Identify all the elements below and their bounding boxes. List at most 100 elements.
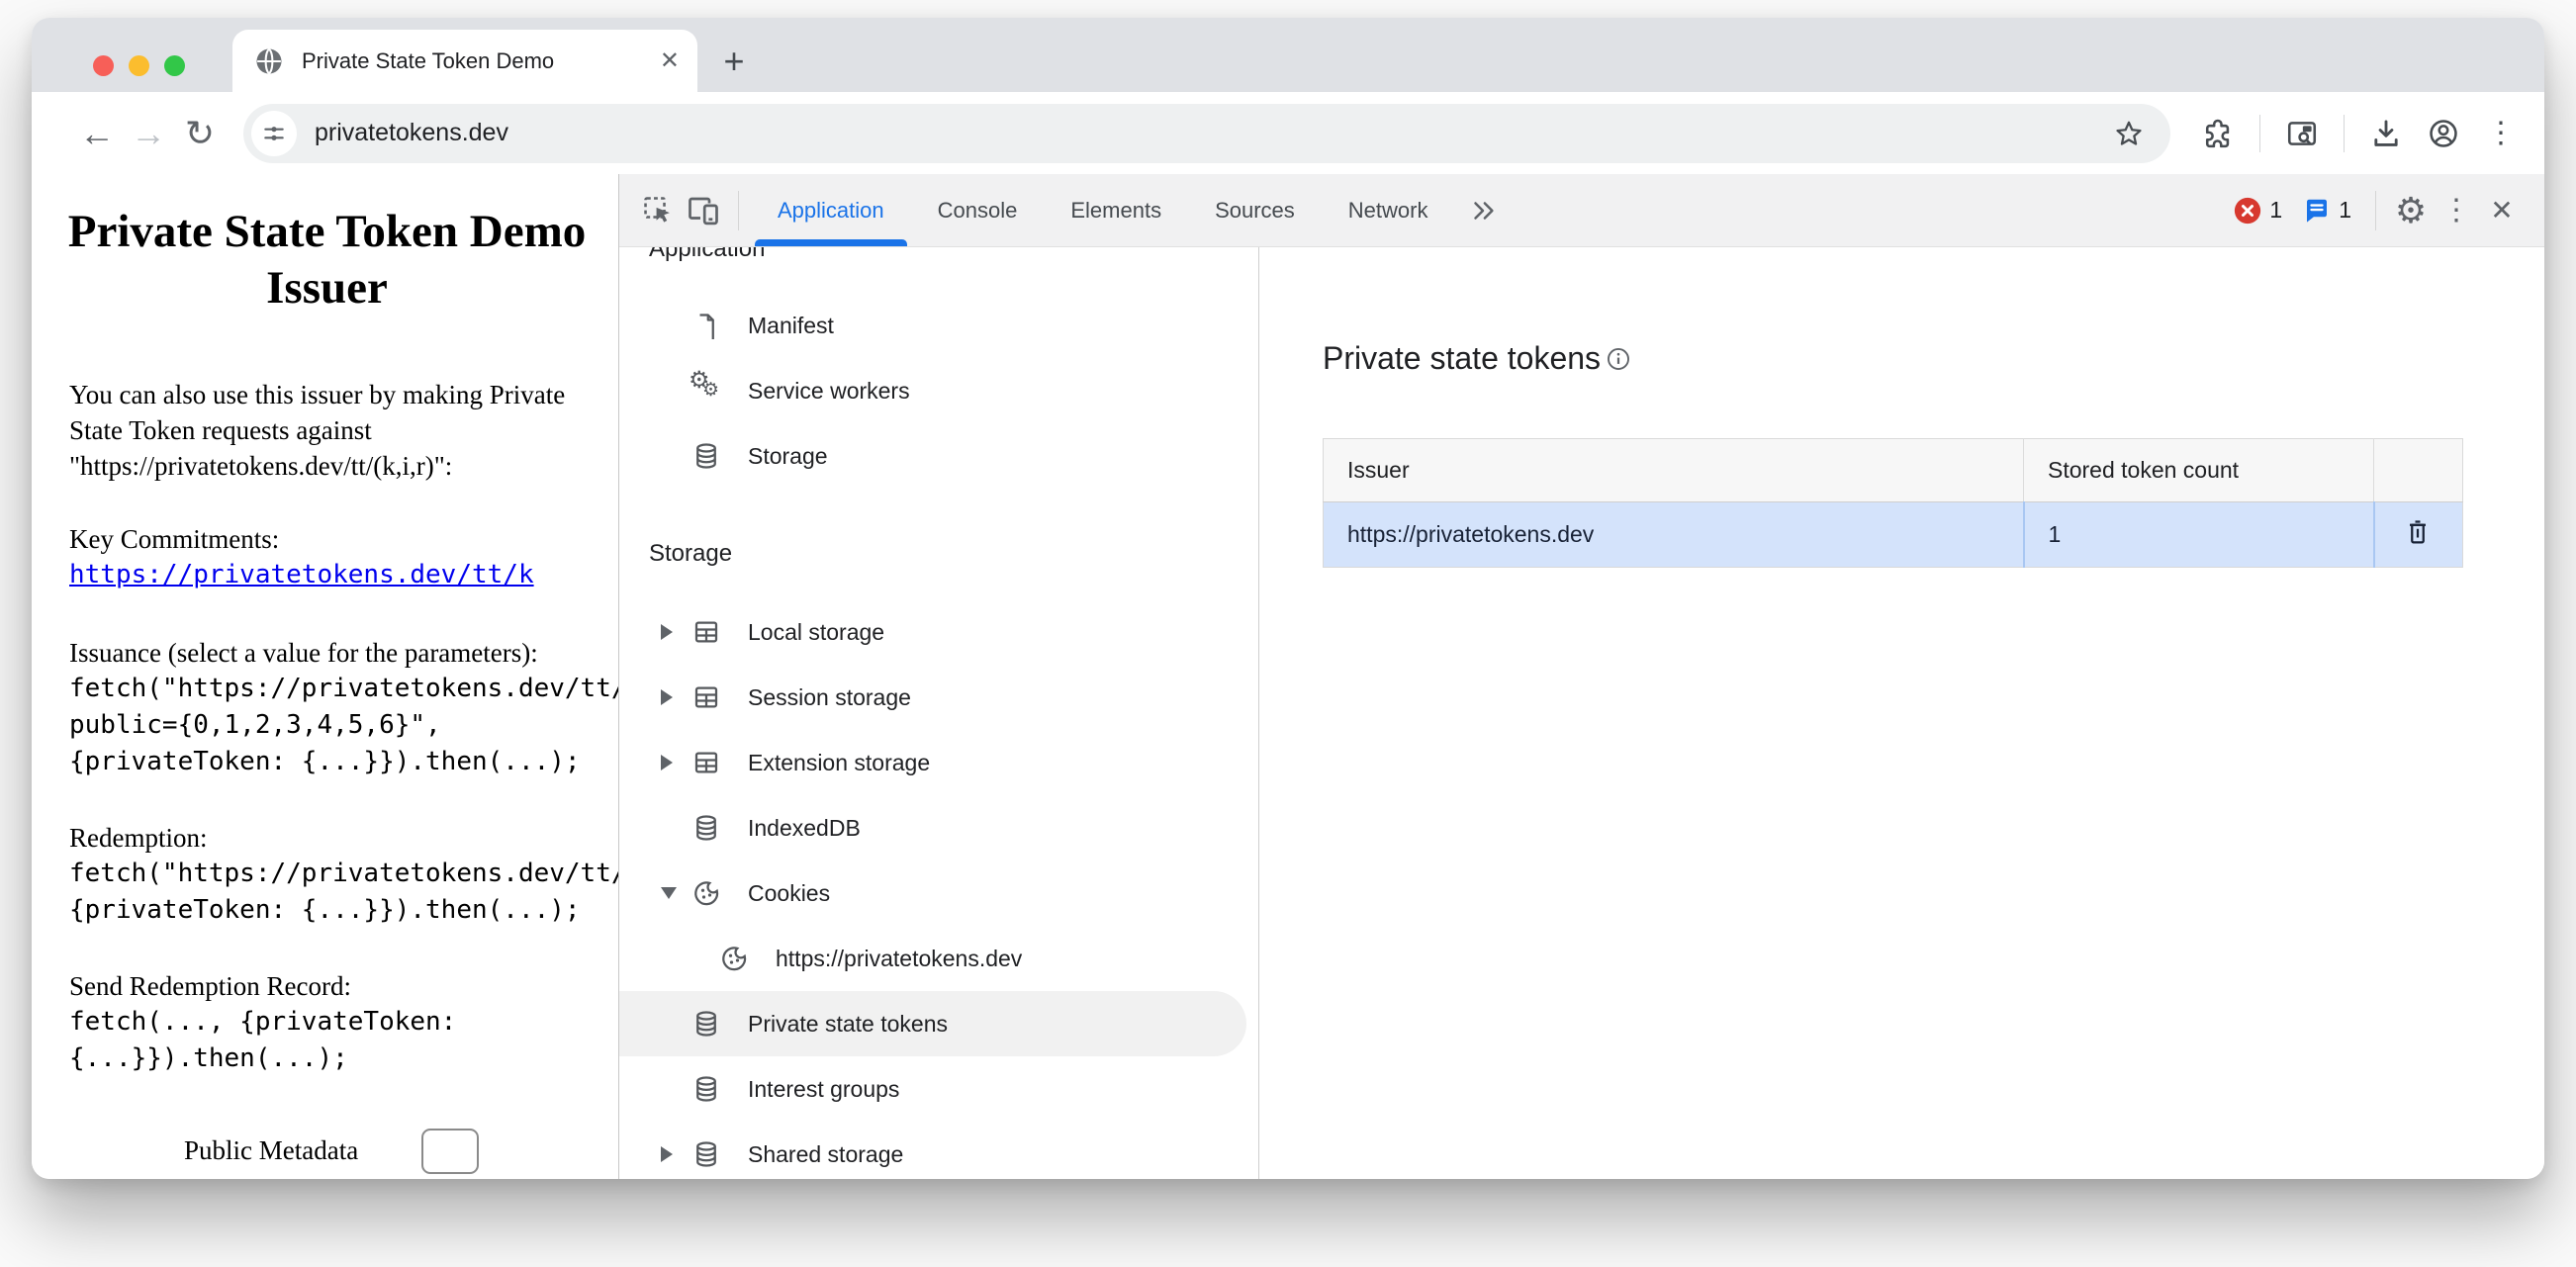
close-window-button[interactable] xyxy=(93,55,114,76)
key-commitments-link[interactable]: https://privatetokens.dev/tt/k xyxy=(69,560,534,589)
redemption-label: Redemption: xyxy=(69,820,586,856)
tab-application[interactable]: Application xyxy=(751,174,911,246)
sidebar-item-label: Service workers xyxy=(748,378,910,405)
tab-strip: Private State Token Demo ✕ + xyxy=(32,18,2544,92)
sidebar-item-extension-storage[interactable]: Extension storage xyxy=(619,730,1258,795)
chevron-right-icon[interactable] xyxy=(661,624,690,640)
sidebar-item-interest-groups[interactable]: Interest groups xyxy=(619,1056,1258,1122)
site-settings-icon[interactable] xyxy=(251,111,297,156)
sidebar-item-cookies-origin[interactable]: https://privatetokens.dev xyxy=(619,926,1258,991)
device-toolbar-icon[interactable] xyxy=(681,188,726,233)
issues-badge[interactable]: 1 xyxy=(2302,196,2351,226)
sidebar-item-shared-storage[interactable]: Shared storage xyxy=(619,1122,1258,1179)
public-metadata-label: Public Metadata xyxy=(184,1132,358,1168)
inspect-element-icon[interactable] xyxy=(635,188,681,233)
error-badge[interactable]: 1 xyxy=(2233,196,2282,226)
globe-favicon-icon xyxy=(254,46,284,76)
sidebar-item-label: Storage xyxy=(748,443,828,470)
sidebar-item-storage[interactable]: Storage xyxy=(619,423,1258,489)
sidebar-item-label: https://privatetokens.dev xyxy=(776,946,1022,972)
issuance-code-line: public={0,1,2,3,4,5,6}", xyxy=(69,707,618,744)
page-heading: Private State Token Demo Issuer xyxy=(65,204,589,317)
public-metadata-input[interactable] xyxy=(421,1129,479,1174)
tab-network[interactable]: Network xyxy=(1322,174,1455,246)
devtools-tabs: Application Console Elements Sources Net… xyxy=(751,174,1454,246)
chevron-right-icon[interactable] xyxy=(661,1146,690,1162)
stored-token-count-cell[interactable]: 1 xyxy=(2024,502,2374,568)
forward-icon[interactable]: → xyxy=(123,108,174,159)
devtools-menu-icon[interactable]: ⋮ xyxy=(2434,188,2479,233)
database-icon xyxy=(690,1008,722,1040)
sidebar-item-label: Interest groups xyxy=(748,1076,899,1103)
tab-sources[interactable]: Sources xyxy=(1188,174,1322,246)
toolbar-divider xyxy=(2259,115,2260,152)
sidebar-item-local-storage[interactable]: Local storage xyxy=(619,599,1258,665)
devtools-body: Application Manifest ⚙⚙ xyxy=(619,247,2544,1179)
side-panel-search-icon[interactable] xyxy=(2280,112,2324,155)
sidebar-item-manifest[interactable]: Manifest xyxy=(619,293,1258,358)
application-sidebar: Application Manifest ⚙⚙ xyxy=(619,247,1259,1179)
browser-toolbar: ← → ↻ privatetokens.dev xyxy=(32,92,2544,174)
reload-icon[interactable]: ↻ xyxy=(174,108,226,159)
redemption-code-line: {privateToken: {...}}).then(...); xyxy=(69,892,618,929)
tab-close-icon[interactable]: ✕ xyxy=(660,46,680,75)
browser-window: Private State Token Demo ✕ + ← → ↻ priva… xyxy=(32,18,2544,1179)
sidebar-item-session-storage[interactable]: Session storage xyxy=(619,665,1258,730)
sidebar-item-label: Manifest xyxy=(748,313,834,339)
sidebar-item-service-workers[interactable]: ⚙⚙ Service workers xyxy=(619,358,1258,423)
issuer-cell[interactable]: https://privatetokens.dev xyxy=(1324,502,2024,568)
send-rr-label: Send Redemption Record: xyxy=(69,968,586,1004)
back-icon[interactable]: ← xyxy=(71,108,123,159)
send-rr-code-line: fetch(..., {privateToken: xyxy=(69,1004,618,1041)
sidebar-item-private-state-tokens[interactable]: Private state tokens xyxy=(619,991,1246,1056)
error-icon xyxy=(2233,196,2262,226)
public-metadata-row: Public Metadata xyxy=(69,1132,618,1174)
profile-icon[interactable] xyxy=(2422,112,2465,155)
tab-elements[interactable]: Elements xyxy=(1044,174,1188,246)
chevron-right-icon[interactable] xyxy=(661,755,690,770)
minimize-window-button[interactable] xyxy=(129,55,149,76)
settings-gear-icon[interactable]: ⚙ xyxy=(2388,188,2434,233)
issuance-label: Issuance (select a value for the paramet… xyxy=(69,635,586,671)
table-row[interactable]: https://privatetokens.dev 1 xyxy=(1324,502,2463,568)
sidebar-item-label: Local storage xyxy=(748,619,884,646)
devtools-close-icon[interactable]: ✕ xyxy=(2479,188,2525,233)
issuance-code-line: {privateToken: {...}}).then(...); xyxy=(69,744,618,780)
browser-tab[interactable]: Private State Token Demo ✕ xyxy=(232,30,697,92)
more-tabs-icon[interactable] xyxy=(1454,196,1512,226)
error-count: 1 xyxy=(2269,197,2282,224)
window-content: Private State Token Demo Issuer You can … xyxy=(32,174,2544,1179)
browser-menu-icon[interactable]: ⋮ xyxy=(2479,112,2523,155)
page-intro: You can also use this issuer by making P… xyxy=(69,377,586,484)
chevron-down-icon[interactable] xyxy=(661,887,690,899)
web-page: Private State Token Demo Issuer You can … xyxy=(32,174,619,1179)
extensions-icon[interactable] xyxy=(2196,112,2240,155)
address-bar[interactable]: privatetokens.dev xyxy=(243,104,2170,163)
sidebar-item-label: IndexedDB xyxy=(748,815,861,842)
sidebar-item-label: Cookies xyxy=(748,880,830,907)
sidebar-item-cookies[interactable]: Cookies xyxy=(619,860,1258,926)
info-icon[interactable] xyxy=(1605,345,1632,373)
tab-console[interactable]: Console xyxy=(911,174,1045,246)
table-icon xyxy=(690,616,722,648)
new-tab-button[interactable]: + xyxy=(714,42,754,81)
window-controls xyxy=(93,55,185,76)
delete-cell xyxy=(2374,502,2463,568)
bookmark-star-icon[interactable] xyxy=(2107,112,2151,155)
trash-icon[interactable] xyxy=(2403,517,2433,547)
maximize-window-button[interactable] xyxy=(164,55,185,76)
table-icon xyxy=(690,681,722,713)
panel-title: Private state tokens xyxy=(1323,340,1601,377)
sidebar-item-indexeddb[interactable]: IndexedDB xyxy=(619,795,1258,860)
chevron-right-icon[interactable] xyxy=(661,689,690,705)
column-header-actions xyxy=(2374,439,2463,502)
section-storage: Storage xyxy=(619,532,1258,576)
column-header-stored-token-count[interactable]: Stored token count xyxy=(2024,439,2374,502)
cookie-icon xyxy=(690,877,722,909)
column-header-issuer[interactable]: Issuer xyxy=(1324,439,2024,502)
database-icon xyxy=(690,1138,722,1170)
gears-icon: ⚙⚙ xyxy=(690,375,722,407)
url-text[interactable]: privatetokens.dev xyxy=(315,119,2107,147)
database-icon xyxy=(690,440,722,472)
downloads-icon[interactable] xyxy=(2364,112,2408,155)
